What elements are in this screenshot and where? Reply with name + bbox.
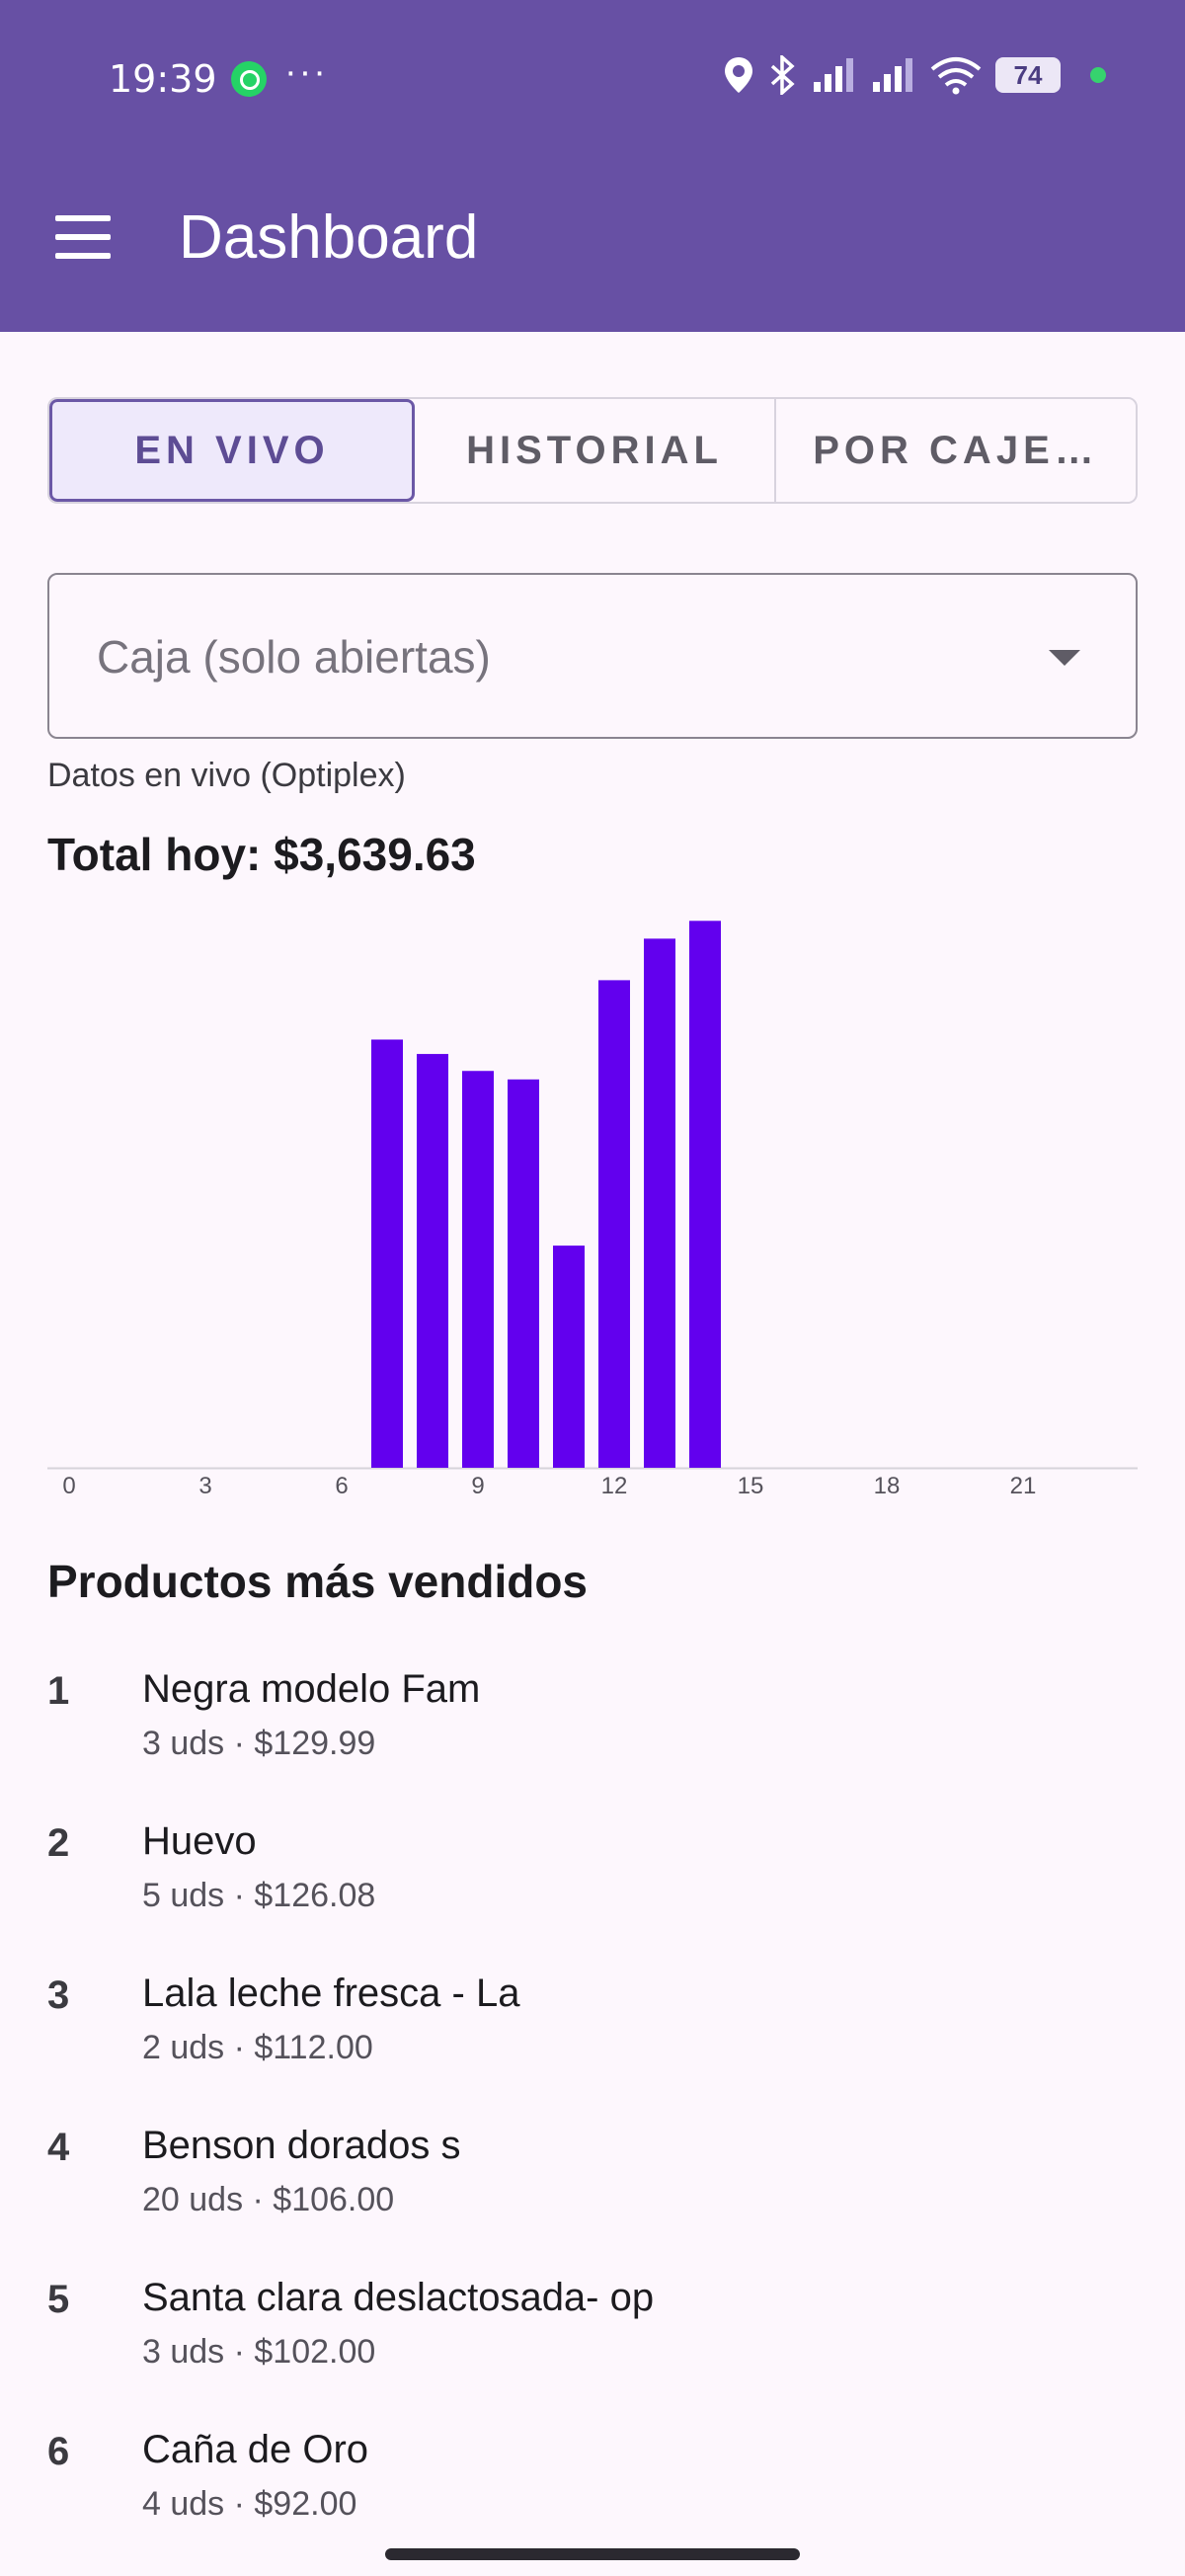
battery-icon: 74 bbox=[995, 57, 1061, 93]
product-rank: 3 bbox=[47, 1973, 70, 2017]
product-rank: 1 bbox=[47, 1669, 70, 1713]
top-products-title: Productos más vendidos bbox=[47, 1556, 589, 1607]
signal-icon bbox=[814, 58, 853, 92]
status-bar: 19:39 ··· 74 bbox=[0, 0, 1185, 158]
dropdown-arrow-icon[interactable] bbox=[1049, 650, 1080, 666]
hourly-sales-chart: 0 3 6 9 12 15 18 21 bbox=[47, 889, 1138, 1501]
tab-por-cajero[interactable]: POR CAJE… bbox=[776, 399, 1136, 502]
chart-bar-hour-13 bbox=[644, 938, 675, 1468]
total-today: Total hoy: $3,639.63 bbox=[47, 829, 476, 880]
privacy-indicator-dot bbox=[1090, 67, 1106, 83]
x-tick-label: 3 bbox=[198, 1473, 211, 1499]
chart-bar-hour-12 bbox=[598, 980, 630, 1468]
product-detail: 3 uds · $129.99 bbox=[142, 1725, 376, 1762]
tab-historial[interactable]: HISTORIAL bbox=[415, 399, 776, 502]
location-icon bbox=[725, 57, 752, 93]
product-name: Huevo bbox=[142, 1819, 257, 1863]
product-name: Negra modelo Fam bbox=[142, 1667, 481, 1711]
whatsapp-icon bbox=[231, 61, 267, 97]
chart-bar-hour-14 bbox=[689, 921, 721, 1468]
hourly-sales-chart-svg: 0 3 6 9 12 15 18 21 bbox=[47, 921, 1138, 1499]
product-name: Lala leche fresca - La bbox=[142, 1972, 520, 2015]
tab-en-vivo[interactable]: EN VIVO bbox=[49, 399, 415, 502]
list-item[interactable]: 5 Santa clara deslactosada- op 3 uds · $… bbox=[47, 2274, 1138, 2426]
product-name: Caña de Oro bbox=[142, 2428, 369, 2471]
x-tick-label: 15 bbox=[738, 1473, 764, 1499]
product-rank: 4 bbox=[47, 2126, 70, 2169]
x-tick-label: 9 bbox=[471, 1473, 484, 1499]
x-tick-label: 6 bbox=[335, 1473, 348, 1499]
product-rank: 5 bbox=[47, 2278, 70, 2321]
signal-icon bbox=[873, 58, 912, 92]
x-tick-label: 0 bbox=[62, 1473, 75, 1499]
x-tick-label: 12 bbox=[601, 1473, 628, 1499]
tab-bar: EN VIVO HISTORIAL POR CAJE… bbox=[47, 397, 1138, 504]
live-source-label: Datos en vivo (Optiplex) bbox=[47, 757, 406, 794]
product-name: Santa clara deslactosada- op bbox=[142, 2276, 655, 2319]
list-item[interactable]: 1 Negra modelo Fam 3 uds · $129.99 bbox=[47, 1665, 1138, 1817]
top-products-list: 1 Negra modelo Fam 3 uds · $129.99 2 Hue… bbox=[47, 1665, 1138, 2576]
product-detail: 4 uds · $92.00 bbox=[142, 2485, 357, 2523]
menu-icon[interactable] bbox=[55, 215, 111, 259]
chart-bar-hour-8 bbox=[417, 1054, 448, 1468]
bluetooth-icon bbox=[770, 55, 795, 95]
product-rank: 2 bbox=[47, 1821, 70, 1865]
product-detail: 20 uds · $106.00 bbox=[142, 2181, 395, 2218]
chart-bar-hour-11 bbox=[553, 1246, 585, 1468]
chart-bar-hour-9 bbox=[462, 1071, 494, 1468]
app-bar: 19:39 ··· 74 Dashboard bbox=[0, 0, 1185, 332]
product-detail: 2 uds · $112.00 bbox=[142, 2029, 373, 2066]
status-icons: 74 bbox=[723, 55, 1106, 95]
product-detail: 3 uds · $102.00 bbox=[142, 2333, 376, 2371]
wifi-icon bbox=[930, 57, 982, 95]
x-tick-label: 21 bbox=[1010, 1473, 1037, 1499]
x-tick-label: 18 bbox=[874, 1473, 901, 1499]
caja-select[interactable]: Caja (solo abiertas) bbox=[47, 573, 1138, 739]
home-indicator[interactable] bbox=[385, 2548, 800, 2560]
status-time: 19:39 bbox=[109, 57, 217, 101]
list-item[interactable]: 3 Lala leche fresca - La 2 uds · $112.00 bbox=[47, 1970, 1138, 2122]
product-detail: 5 uds · $126.08 bbox=[142, 1877, 376, 1914]
chart-bar-hour-7 bbox=[371, 1039, 403, 1468]
page-title: Dashboard bbox=[179, 203, 479, 272]
chart-bar-hour-10 bbox=[508, 1079, 539, 1468]
product-name: Benson dorados s bbox=[142, 2124, 461, 2167]
product-rank: 6 bbox=[47, 2430, 70, 2473]
list-item[interactable]: 4 Benson dorados s 20 uds · $106.00 bbox=[47, 2122, 1138, 2274]
list-item[interactable]: 2 Huevo 5 uds · $126.08 bbox=[47, 1817, 1138, 1970]
more-icon: ··· bbox=[284, 51, 328, 93]
caja-select-placeholder: Caja (solo abiertas) bbox=[97, 631, 491, 683]
